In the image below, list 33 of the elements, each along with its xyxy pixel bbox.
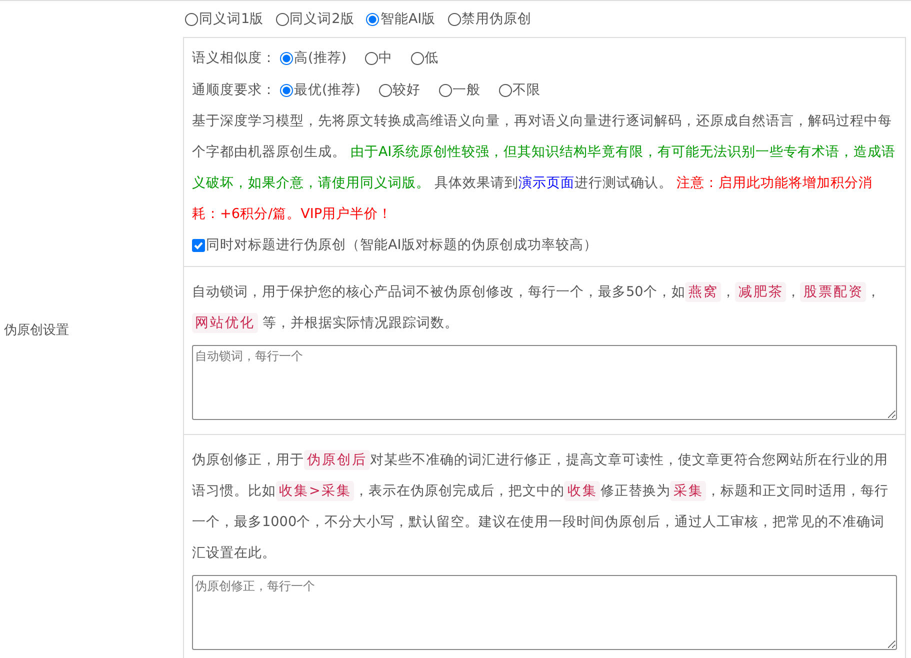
correction-field[interactable]: 伪原创修正，每行一个 bbox=[192, 575, 897, 650]
mode-option[interactable]: 同义词1版 bbox=[185, 10, 264, 28]
similarity-option[interactable]: 低 bbox=[410, 49, 439, 67]
similarity-label: 语义相似度： bbox=[192, 49, 276, 67]
radio-icon[interactable] bbox=[280, 84, 293, 96]
mode-option[interactable]: 智能AI版 bbox=[366, 10, 436, 28]
radio-icon[interactable] bbox=[448, 12, 461, 26]
fluency-option[interactable]: 一般 bbox=[438, 81, 481, 99]
radio-icon[interactable] bbox=[378, 84, 392, 96]
settings-label: 伪原创设置 bbox=[4, 322, 69, 339]
fluency-option[interactable]: 较好 bbox=[378, 81, 421, 99]
similarity-option[interactable]: 中 bbox=[364, 49, 393, 67]
radio-icon[interactable] bbox=[364, 52, 378, 64]
title-option[interactable]: 同时对标题进行伪原创（智能AI版对标题的伪原创成功率较高） bbox=[192, 230, 897, 260]
description-text: 基于深度学习模型，先将原文转换成高维语义向量，再对语义向量进行逐词解码，还原成自然语言，解码过程中每个字都由机器原创生成。 由于AI系统原创性较强，但其知识结构毕竟有限，有可能无法识别一些专有术语，造成语义破坏，如果介意，请使用同义词版。 具体效果请到演示页面进行测试确认。 注意：启用此功能将增加积分消耗：+6积分/篇。VIP用户半价！ bbox=[192, 112, 897, 224]
radio-icon[interactable] bbox=[410, 52, 424, 64]
fluency-label: 通顺度要求： bbox=[192, 81, 276, 99]
mode-option[interactable]: 同义词2版 bbox=[276, 10, 354, 28]
radio-icon[interactable] bbox=[276, 12, 289, 26]
correction-description: 伪原创修正，用于 伪原创后 对某些不准确的词汇进行修正，提高文章可读性，使文章更符合您网站所在行业的用语习惯。比如 收集>采集 ，表示在伪原创完成后，把文中的 收集 修正替换为 采集 ，标题和正文同时适用，每行一个，最多1000个，不分大小写，默认留空。建议在使用一段时间伪原创后，通过人工审核，把常见的不准确词汇设置在此。 bbox=[192, 449, 890, 563]
checkbox[interactable] bbox=[192, 238, 205, 252]
fluency-option[interactable]: 最优(推荐) bbox=[280, 81, 361, 99]
radio-icon[interactable] bbox=[366, 12, 380, 26]
similarity-option[interactable]: 高(推荐) bbox=[280, 49, 347, 67]
fluency-option[interactable]: 不限 bbox=[498, 81, 541, 99]
radio-icon[interactable] bbox=[185, 12, 198, 26]
lock-words-field[interactable]: 自动锁词，每行一个 bbox=[192, 345, 897, 420]
radio-icon[interactable] bbox=[438, 84, 452, 96]
mode-option[interactable]: 禁用伪原创 bbox=[448, 10, 532, 28]
lock-words-description: 自动锁词，用于保护您的核心产品词不被伪原创修改，每行一个，最多50个，如 燕窝 ， 减肥茶 ， 股票配资 ， 网站优化 等，并根据实际情况跟踪词数。 bbox=[192, 281, 882, 335]
radio-icon[interactable] bbox=[498, 84, 512, 96]
radio-icon[interactable] bbox=[280, 52, 293, 64]
demo-page-link[interactable]: 演示页面 bbox=[518, 175, 574, 191]
